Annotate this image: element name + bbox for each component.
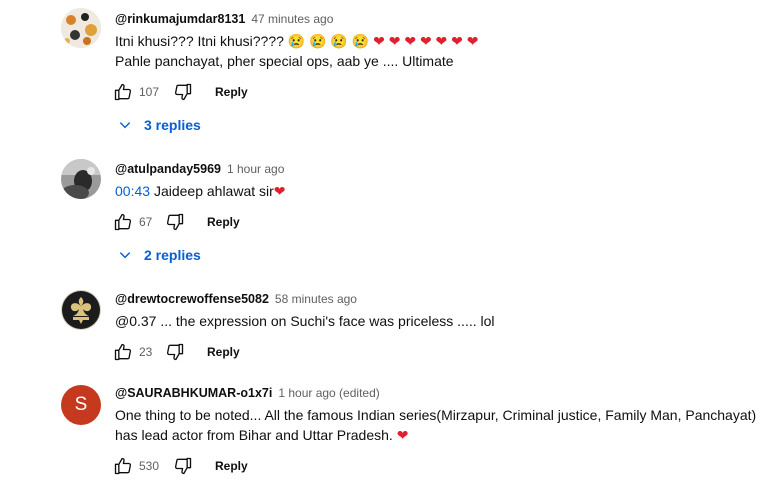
reply-button[interactable]: Reply (207, 215, 240, 229)
comment-text: One thing to be noted... All the famous … (115, 407, 757, 423)
comment-time[interactable]: 1 hour ago (227, 162, 284, 176)
reply-button[interactable]: Reply (215, 459, 248, 473)
avatar-letter: S (74, 394, 88, 415)
comment-author[interactable]: @drewtocrewoffense5082 58 minutes ago (115, 292, 357, 306)
like-icon[interactable] (113, 342, 133, 362)
replies-label[interactable]: 2 replies (144, 247, 201, 263)
heart-emoji-icon: ❤ ❤ ❤ ❤ ❤ ❤ ❤ (373, 33, 479, 49)
comment-line-2: Pahle panchayat, pher special ops, aab y… (115, 53, 454, 69)
replies-label[interactable]: 3 replies (144, 117, 201, 133)
chevron-down-icon (119, 252, 131, 259)
like-icon[interactable] (113, 82, 133, 102)
comment-text: @0.37 ... the expression on Suchi's face… (115, 313, 495, 329)
avatar[interactable] (61, 8, 101, 48)
comment-text: 00:43 Jaideep ahlawat sir❤ (115, 181, 286, 201)
author-name[interactable]: @SAURABHKUMAR-o1x7i (115, 386, 272, 400)
author-name[interactable]: @rinkumajumdar8131 (115, 12, 245, 26)
avatar[interactable]: S (61, 385, 101, 425)
comment-time[interactable]: 47 minutes ago (251, 12, 333, 26)
dislike-icon[interactable] (173, 456, 193, 476)
like-count: 23 (139, 345, 153, 359)
timestamp-link[interactable]: 00:43 (115, 183, 150, 199)
comment-actions: 107 Reply (113, 80, 248, 104)
comment-author[interactable]: @rinkumajumdar8131 47 minutes ago (115, 12, 333, 26)
like-icon[interactable] (113, 456, 133, 476)
like-count: 530 (139, 459, 160, 473)
author-name[interactable]: @atulpanday5969 (115, 162, 221, 176)
comment-line: Itni khusi??? Itni khusi???? (115, 33, 284, 49)
comment-actions: 67 Reply (113, 210, 240, 234)
avatar[interactable] (61, 290, 101, 330)
comment-actions: 530 Reply (113, 454, 248, 478)
heart-emoji-icon: ❤ (273, 183, 286, 199)
comment-line-2: has lead actor from Bihar and Uttar Prad… (115, 425, 408, 445)
reply-button[interactable]: Reply (215, 85, 248, 99)
comment-author[interactable]: @atulpanday5969 1 hour ago (115, 162, 284, 176)
author-name[interactable]: @drewtocrewoffense5082 (115, 292, 269, 306)
like-icon[interactable] (113, 212, 133, 232)
comment-time[interactable]: 1 hour ago (edited) (278, 386, 379, 400)
dislike-icon[interactable] (173, 82, 193, 102)
view-replies-button[interactable]: 3 replies (118, 117, 201, 133)
reply-button[interactable]: Reply (207, 345, 240, 359)
dislike-icon[interactable] (165, 212, 185, 232)
chevron-down-icon (119, 122, 131, 129)
crying-emoji-icon: 😢 😢 😢 😢 (287, 33, 370, 49)
avatar[interactable] (61, 159, 101, 199)
comment-line: Jaideep ahlawat sir (153, 183, 274, 199)
comment-author[interactable]: @SAURABHKUMAR-o1x7i 1 hour ago (edited) (115, 386, 380, 400)
heart-emoji-icon: ❤ (396, 427, 409, 443)
comment-line: has lead actor from Bihar and Uttar Prad… (115, 427, 393, 443)
comment-time[interactable]: 58 minutes ago (275, 292, 357, 306)
view-replies-button[interactable]: 2 replies (118, 247, 201, 263)
dislike-icon[interactable] (165, 342, 185, 362)
like-count: 67 (139, 215, 153, 229)
comment-text: Itni khusi??? Itni khusi???? 😢 😢 😢 😢 ❤ ❤… (115, 31, 479, 51)
like-count: 107 (139, 85, 160, 99)
comment-actions: 23 Reply (113, 340, 240, 364)
